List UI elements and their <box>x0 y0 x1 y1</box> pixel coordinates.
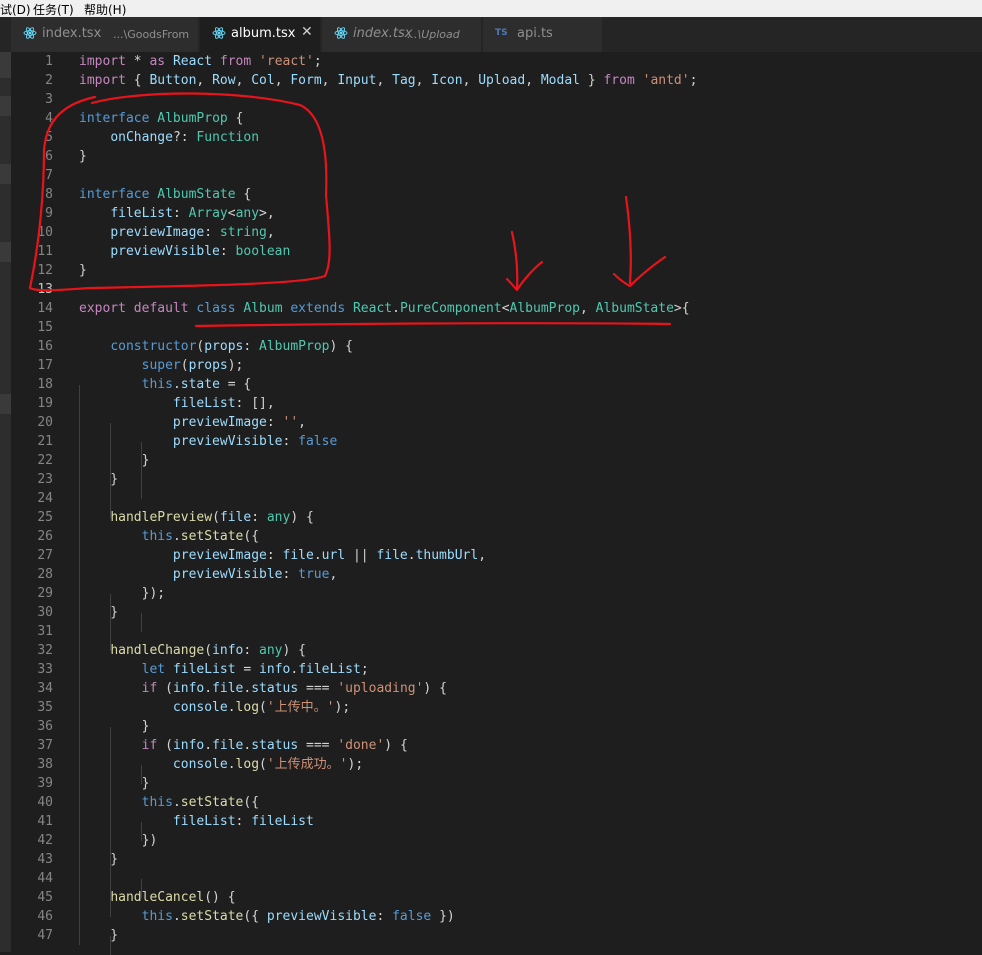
red-annotations <box>28 92 672 328</box>
annotation-arrow-right <box>612 195 667 288</box>
annotation-circle <box>28 92 331 292</box>
annotation-underline <box>194 322 672 328</box>
annotation-arrow-left <box>505 230 544 292</box>
